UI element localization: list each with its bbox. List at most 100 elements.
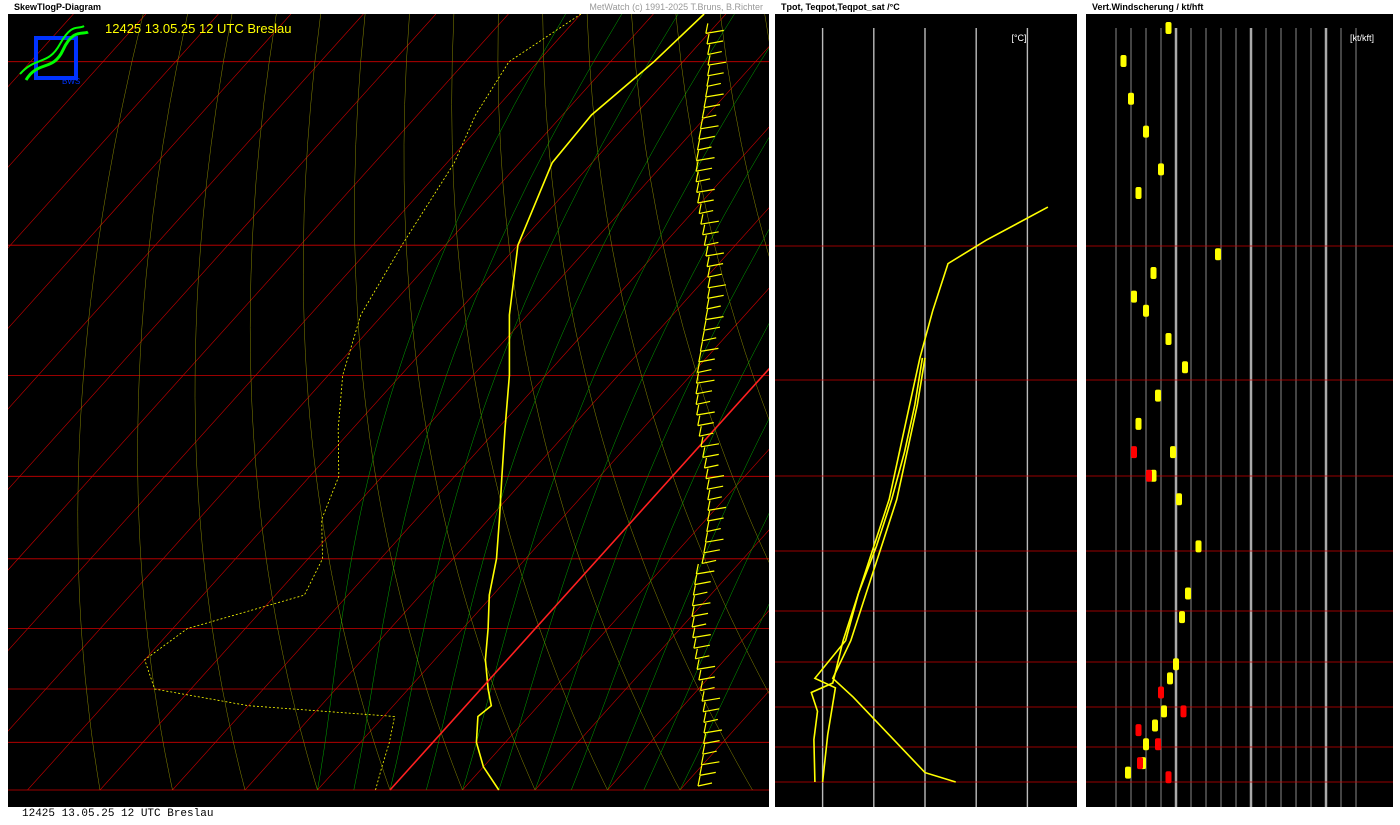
shear-point <box>1180 705 1187 718</box>
shear-point <box>1165 22 1172 34</box>
shear-panel: Vert.Windscherung / kt/hft [kt/kft] <box>1086 0 1393 807</box>
wind-barb-flag <box>702 453 719 458</box>
tpot-grid <box>775 28 1077 807</box>
wind-barb-flag <box>702 114 717 119</box>
wind-barb-flag <box>707 506 727 511</box>
shear-point <box>1135 186 1142 199</box>
wind-barb-staff <box>707 277 711 288</box>
isotherm-line <box>27 14 727 790</box>
wind-barb-staff <box>693 638 697 649</box>
moist-adiabat <box>534 229 769 790</box>
isotherm-line <box>8 14 509 571</box>
wind-barb-staff <box>696 404 700 416</box>
dry-adiabat <box>354 14 463 790</box>
wind-barb-staff <box>701 108 705 119</box>
isotherm-line <box>8 14 147 168</box>
series-dewpoint-line <box>144 14 582 791</box>
wind-barb-staff <box>706 33 710 45</box>
wind-barb-flag <box>701 559 717 564</box>
wind-barb-staff <box>707 489 711 500</box>
wind-barb-flag <box>707 284 727 289</box>
shear-point <box>1135 417 1142 430</box>
tpot-header: Tpot, Teqpot,Teqpot_sat /°C <box>775 0 1077 14</box>
wind-barb-staff <box>699 341 704 352</box>
wind-barb-flag <box>703 729 723 734</box>
wind-barb-flag <box>707 294 724 299</box>
skewt-chart: BWS 12425 13.05.25 12 UTC Breslau <box>8 14 769 791</box>
wind-barb-staff <box>707 55 711 66</box>
shear-point <box>1137 757 1143 770</box>
dry-adiabat <box>542 14 753 790</box>
shear-point <box>1150 267 1157 280</box>
wind-barb-staff <box>696 182 700 193</box>
dry-adiabat <box>77 14 144 790</box>
wind-barb-flag <box>700 443 720 448</box>
wind-barb-flag <box>707 485 724 490</box>
wind-barb-flag <box>697 422 714 427</box>
isotherm-line <box>8 14 292 329</box>
wind-barb-flag <box>707 72 724 77</box>
dry-adiabat <box>675 14 769 421</box>
wind-barb-flag <box>699 771 716 776</box>
wind-barb-flag <box>697 146 712 151</box>
wind-barb-flag <box>695 178 711 183</box>
skewt-series <box>144 14 769 791</box>
wind-barb-staff <box>707 44 711 55</box>
wind-barb-flag <box>707 273 722 278</box>
shear-point <box>1158 686 1164 699</box>
wind-barb-staff <box>694 574 698 585</box>
shear-point <box>1146 469 1152 482</box>
shear-point <box>1143 125 1149 138</box>
shear-point <box>1215 248 1221 261</box>
series-teqpot-sat-line <box>831 357 956 783</box>
shear-point <box>1152 719 1158 732</box>
wind-barb-staff <box>702 701 706 712</box>
dry-adiabat <box>249 14 318 790</box>
wind-barb-staff <box>692 627 696 638</box>
shear-point <box>1155 389 1161 402</box>
skewt-header: SkewTlogP-Diagram MetWatch (c) 1991-2025… <box>8 0 769 14</box>
isotherm-line <box>534 529 769 790</box>
wind-barb-staff <box>691 606 695 617</box>
moist-adiabat <box>389 14 679 790</box>
wind-barb-staff <box>698 669 702 681</box>
wind-barb-flag <box>705 538 724 543</box>
shear-point <box>1185 587 1191 600</box>
wind-barb-flag <box>692 634 711 639</box>
wind-barb-flag <box>698 135 715 140</box>
logo-text: BWS <box>62 77 80 86</box>
dry-adiabat <box>451 14 608 790</box>
wind-barb-flag <box>697 782 713 787</box>
shear-point <box>1143 738 1149 751</box>
wind-barb-flag <box>700 347 719 352</box>
wind-barb-staff <box>695 171 699 182</box>
wind-barb-staff <box>703 320 707 331</box>
dry-adiabat <box>586 14 769 695</box>
wind-barb-staff <box>691 616 695 628</box>
wind-barb-flag <box>699 210 714 215</box>
moist-adiabat <box>317 14 566 790</box>
shear-point <box>1155 738 1161 751</box>
wind-barb-flag <box>701 697 721 702</box>
shear-unit-label: [kt/kft] <box>1350 33 1374 43</box>
wind-barb-flag <box>707 517 724 522</box>
dry-adiabat <box>194 14 246 790</box>
wind-barb-staff <box>705 23 709 34</box>
wind-barb-staff <box>707 65 711 76</box>
wind-barb-staff <box>699 118 704 129</box>
tpot-unit-label: [°C] <box>1011 33 1026 43</box>
wind-barb-staff <box>702 224 706 235</box>
wind-barb-flag <box>703 104 721 109</box>
wind-barb-flag <box>694 581 711 586</box>
wind-barb-flag <box>703 549 720 554</box>
wind-barb-flag <box>695 167 713 172</box>
shear-point <box>1161 705 1167 718</box>
series-temperature-line <box>475 14 705 791</box>
isotherm-line <box>8 14 74 88</box>
skewt-grid <box>8 14 769 791</box>
wind-barb-flag <box>705 252 725 257</box>
wind-barb-staff <box>707 267 711 278</box>
shear-point <box>1173 658 1179 671</box>
wind-barb-flag <box>696 411 715 416</box>
wind-barb-staff <box>703 542 707 553</box>
